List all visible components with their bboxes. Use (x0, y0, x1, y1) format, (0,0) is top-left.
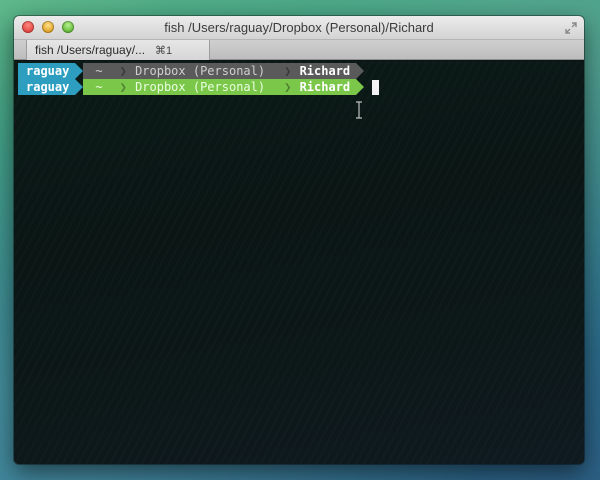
tab-label: fish /Users/raguay/... (35, 43, 146, 57)
chevron-right-icon: ❯ (284, 64, 292, 78)
prompt-dir-segment: ❯ Dropbox (Personal) (108, 79, 272, 95)
tab-bar: fish /Users/raguay/... ⌘1 (14, 40, 584, 60)
prompt-current-label: Richard (299, 64, 351, 78)
chevron-right-icon: ❯ (119, 80, 127, 94)
prompt-line: raguay ~ ❯ Dropbox (Personal) ❯ Richard (18, 63, 584, 79)
prompt-home-segment: ~ (83, 63, 109, 79)
segment-arrow-icon (356, 63, 365, 79)
block-cursor (372, 79, 380, 95)
terminal-window: fish /Users/raguay/Dropbox (Personal)/Ri… (14, 16, 584, 464)
prompt-line: raguay ~ ❯ Dropbox (Personal) ❯ Richard (18, 79, 584, 95)
prompt-current-label: Richard (299, 80, 351, 94)
fullscreen-icon[interactable] (564, 21, 578, 35)
prompt-user-segment: raguay (18, 63, 76, 79)
terminal-content[interactable]: raguay ~ ❯ Dropbox (Personal) ❯ Richard … (14, 61, 584, 464)
text-cursor-icon (356, 101, 362, 119)
prompt-current-segment: ❯ Richard (271, 79, 357, 95)
window-title: fish /Users/raguay/Dropbox (Personal)/Ri… (164, 20, 434, 35)
prompt-dir-label: Dropbox (Personal) (135, 64, 266, 78)
prompt-dir-label: Dropbox (Personal) (135, 80, 266, 94)
segment-arrow-icon (356, 79, 365, 95)
chevron-right-icon: ❯ (119, 64, 127, 78)
segment-arrow-icon (75, 63, 84, 79)
prompt-user-segment: raguay (18, 79, 76, 95)
prompt-current-segment: ❯ Richard (271, 63, 357, 79)
tab-shortcut: ⌘1 (155, 44, 173, 57)
prompt-dir-segment: ❯ Dropbox (Personal) (108, 63, 272, 79)
segment-arrow-icon (75, 79, 84, 95)
title-bar[interactable]: fish /Users/raguay/Dropbox (Personal)/Ri… (14, 16, 584, 40)
prompt-home-segment: ~ (83, 79, 109, 95)
tab-fish[interactable]: fish /Users/raguay/... ⌘1 (26, 40, 210, 60)
chevron-right-icon: ❯ (284, 80, 292, 94)
